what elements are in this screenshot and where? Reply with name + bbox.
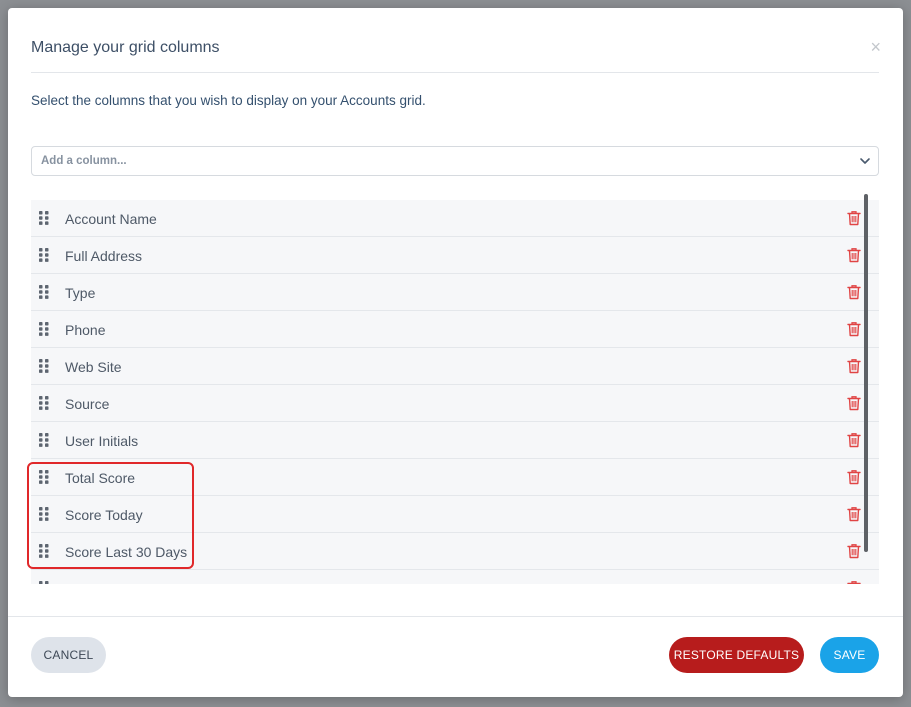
manage-columns-modal: Manage your grid columns × Select the co… bbox=[8, 8, 903, 697]
close-icon[interactable]: × bbox=[870, 38, 881, 56]
grip-icon[interactable] bbox=[39, 544, 49, 558]
trash-icon[interactable] bbox=[847, 432, 861, 448]
footer-divider bbox=[8, 616, 903, 617]
add-column-placeholder: Add a column... bbox=[41, 155, 127, 167]
grip-icon[interactable] bbox=[39, 285, 49, 299]
column-row[interactable]: Web Site bbox=[31, 348, 879, 385]
trash-icon[interactable] bbox=[847, 580, 861, 584]
modal-title: Manage your grid columns bbox=[31, 39, 220, 56]
column-row[interactable]: Source bbox=[31, 385, 879, 422]
column-row[interactable]: Score Today bbox=[31, 496, 879, 533]
column-row[interactable]: Total Score bbox=[31, 459, 879, 496]
trash-icon[interactable] bbox=[847, 395, 861, 411]
list-scrollbar[interactable] bbox=[864, 194, 868, 552]
grip-icon[interactable] bbox=[39, 470, 49, 484]
column-row[interactable]: Phone bbox=[31, 311, 879, 348]
column-row[interactable]: Type bbox=[31, 274, 879, 311]
grip-icon[interactable] bbox=[39, 322, 49, 336]
column-label: User Initials bbox=[65, 433, 139, 449]
grip-icon[interactable] bbox=[39, 433, 49, 447]
column-row[interactable]: User Initials bbox=[31, 422, 879, 459]
column-label: Web Site bbox=[65, 359, 122, 375]
grip-icon[interactable] bbox=[39, 211, 49, 225]
column-row[interactable]: Score Last 30 Days bbox=[31, 533, 879, 570]
grip-icon[interactable] bbox=[39, 581, 49, 584]
column-label: Total Score bbox=[65, 470, 136, 486]
grip-icon[interactable] bbox=[39, 396, 49, 410]
column-label: Source bbox=[65, 396, 110, 412]
column-row[interactable]: Account Name bbox=[31, 200, 879, 237]
save-button[interactable]: SAVE bbox=[820, 637, 879, 673]
trash-icon[interactable] bbox=[847, 506, 861, 522]
grip-icon[interactable] bbox=[39, 507, 49, 521]
trash-icon[interactable] bbox=[847, 321, 861, 337]
add-column-select[interactable]: Add a column... bbox=[31, 146, 879, 176]
modal-header: Manage your grid columns × bbox=[31, 8, 881, 73]
chevron-down-icon bbox=[860, 158, 870, 164]
grip-icon[interactable] bbox=[39, 359, 49, 373]
trash-icon[interactable] bbox=[847, 247, 861, 263]
column-row[interactable]: Full Address bbox=[31, 237, 879, 274]
column-list: Account Name Full Address Type Phone Web Sit… bbox=[31, 200, 879, 584]
column-row[interactable] bbox=[31, 570, 879, 584]
trash-icon[interactable] bbox=[847, 543, 861, 559]
column-label: Full Address bbox=[65, 248, 143, 264]
column-label: Score Today bbox=[65, 507, 143, 523]
column-label: Type bbox=[65, 285, 96, 301]
column-label: Phone bbox=[65, 322, 106, 338]
trash-icon[interactable] bbox=[847, 210, 861, 226]
column-label: Score Last 30 Days bbox=[65, 544, 188, 560]
trash-icon[interactable] bbox=[847, 284, 861, 300]
restore-defaults-button[interactable]: RESTORE DEFAULTS bbox=[669, 637, 804, 673]
modal-subtitle: Select the columns that you wish to disp… bbox=[31, 93, 426, 108]
grip-icon[interactable] bbox=[39, 248, 49, 262]
trash-icon[interactable] bbox=[847, 358, 861, 374]
cancel-button[interactable]: CANCEL bbox=[31, 637, 106, 673]
column-label: Account Name bbox=[65, 211, 157, 227]
trash-icon[interactable] bbox=[847, 469, 861, 485]
